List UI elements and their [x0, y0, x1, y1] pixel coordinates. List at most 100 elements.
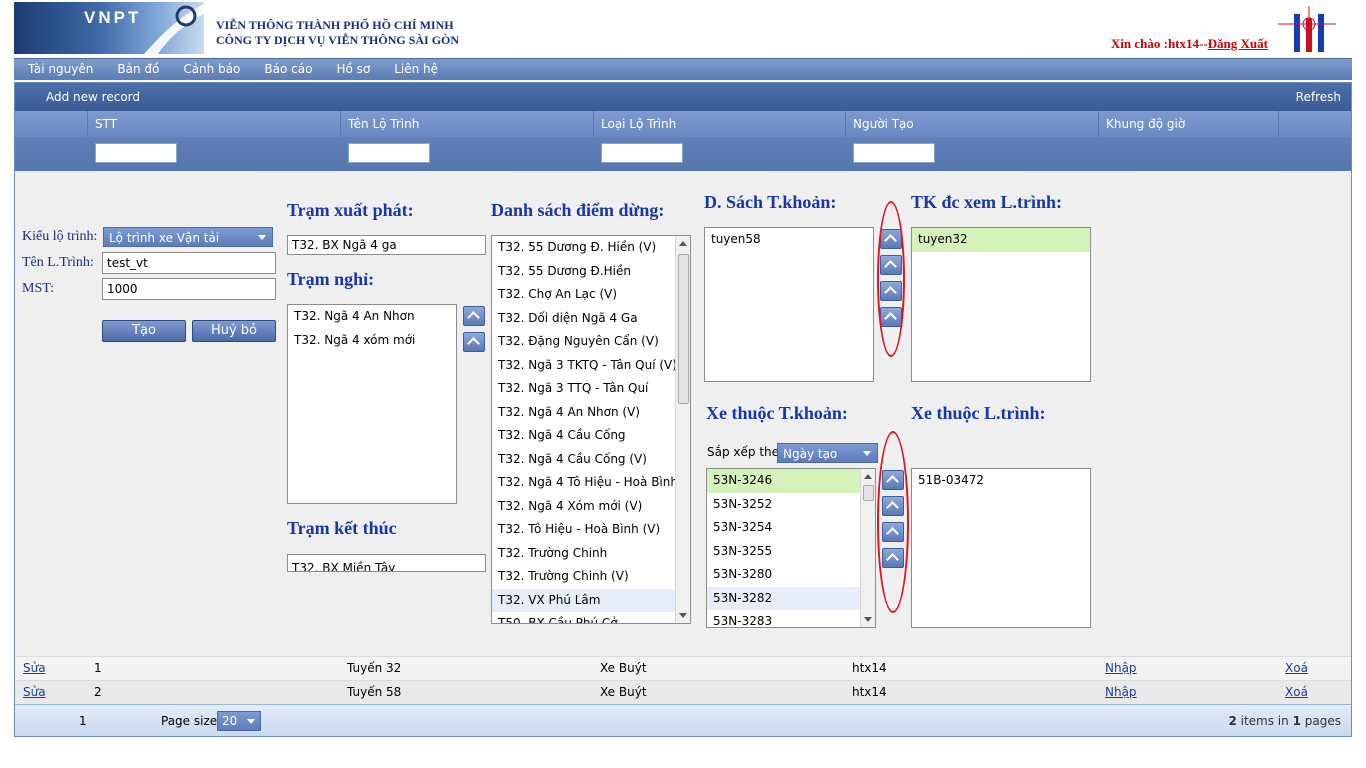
- mst-label: MST:: [22, 281, 54, 296]
- list-item[interactable]: T32. Ngã 4 xóm mới: [288, 329, 456, 353]
- refresh-button[interactable]: Refresh: [1296, 90, 1341, 104]
- list-item[interactable]: T50. BX Cầu Phú Cở...: [492, 612, 676, 623]
- scroll-up-icon[interactable]: [864, 474, 872, 479]
- cancel-button[interactable]: Huỷ bỏ: [192, 320, 276, 342]
- list-item[interactable]: 53N-3255: [707, 540, 861, 564]
- app-window: VNPT VIỄN THÔNG THÀNH PHỐ HỒ CHÍ MINH CÔ…: [0, 0, 1366, 768]
- ten-lo-trinh-input[interactable]: test_vt: [102, 252, 276, 274]
- pages-text: pages: [1304, 714, 1341, 728]
- scroll-up-icon[interactable]: [679, 241, 687, 246]
- edit-form: Kiểu lộ trình: Lộ trình xe Vận tải Tên L…: [15, 171, 1351, 649]
- move-up-icon[interactable]: [463, 332, 485, 352]
- xe-tk-scrollbar[interactable]: [860, 469, 875, 627]
- list-item[interactable]: 53N-3252: [707, 493, 861, 517]
- list-item[interactable]: T32. 55 Dương Đ. Hiền (V): [492, 236, 676, 260]
- kieu-lo-trinh-select[interactable]: Lộ trình xe Vận tải: [103, 227, 273, 247]
- column-header-khung-do-gio[interactable]: Khung độ giờ: [1098, 111, 1278, 137]
- route-grid: Add new record Refresh STT Tên Lộ Trình …: [14, 82, 1352, 737]
- list-item[interactable]: 53N-3282: [707, 586, 861, 610]
- list-item[interactable]: tuyen32: [912, 228, 1090, 252]
- page-size-label: Page size:: [161, 714, 222, 728]
- column-header-loai-lo-trinh[interactable]: Loại Lộ Trình: [593, 111, 845, 137]
- table-row: Sửa 2 Tuyến 58 Xe Buýt htx14 Nhập Xoá: [15, 680, 1351, 704]
- tram-nghi-title: Trạm nghỉ:: [287, 269, 375, 289]
- filter-nguoi-tao-input[interactable]: [853, 143, 935, 163]
- company-name: VIỄN THÔNG THÀNH PHỐ HỒ CHÍ MINH CÔNG TY…: [216, 18, 459, 48]
- filter-stt-input[interactable]: [95, 143, 177, 163]
- scroll-down-icon[interactable]: [679, 613, 687, 618]
- menu-item-lien-he[interactable]: Liên hệ: [382, 59, 450, 80]
- delete-link[interactable]: Xoá: [1285, 657, 1308, 680]
- company-emblem-icon: [1278, 6, 1336, 52]
- menu-item-tai-nguyen[interactable]: Tài nguyên: [14, 59, 105, 80]
- delete-link[interactable]: Xoá: [1285, 681, 1308, 704]
- list-item[interactable]: T32. VX Phú Lâm: [492, 588, 676, 612]
- list-item[interactable]: T32. Ngã 4 An Nhơn (V): [492, 401, 676, 425]
- mst-input[interactable]: 1000: [102, 278, 276, 300]
- list-item[interactable]: T32. Ngã 3 TKTQ - Tân Quí (V): [492, 354, 677, 378]
- edit-link[interactable]: Sửa: [23, 681, 46, 704]
- khung-gio-link[interactable]: Nhập: [1105, 657, 1137, 680]
- tram-ket-thuc-field[interactable]: T32. BX Miền Tây: [287, 554, 486, 572]
- menu-item-bao-cao[interactable]: Báo cáo: [252, 59, 324, 80]
- tram-xuat-phat-title: Trạm xuất phát:: [287, 200, 414, 220]
- ten-lo-trinh-label: Tên L.Trình:: [22, 255, 94, 270]
- list-item[interactable]: T32. Dối diện Ngã 4 Ga: [492, 307, 676, 331]
- list-item[interactable]: T32. Ngã 3 TTQ - Tân Quí: [492, 377, 676, 401]
- scroll-thumb[interactable]: [678, 254, 689, 404]
- sort-select[interactable]: Ngày tạo: [777, 443, 878, 463]
- diem-dung-scrollbar[interactable]: [675, 236, 690, 623]
- list-item[interactable]: T32. Ngã 4 Cầu Cống (V): [492, 448, 676, 472]
- filter-loai-lo-trinh-input[interactable]: [601, 143, 683, 163]
- create-button[interactable]: Tạo: [102, 320, 186, 342]
- tram-nghi-list: T32. Ngã 4 An Nhơn T32. Ngã 4 xóm mới: [287, 304, 457, 504]
- list-item[interactable]: 53N-3254: [707, 516, 861, 540]
- list-item[interactable]: 53N-3246: [707, 469, 861, 493]
- command-bar: Add new record Refresh: [15, 83, 1351, 111]
- list-item[interactable]: T32. Ngã 4 Cầu Cống: [492, 424, 676, 448]
- list-item[interactable]: T32. Tô Hiệu - Hoà Bình (V): [492, 518, 676, 542]
- list-item[interactable]: T32. 55 Dương Đ.Hiền: [492, 260, 676, 284]
- add-new-record-button[interactable]: Add new record: [46, 90, 140, 104]
- row-ten: Tuyến 58: [347, 685, 402, 699]
- list-item[interactable]: tuyen58: [705, 228, 873, 252]
- xe-lt-list: 51B-03472: [911, 468, 1091, 628]
- column-header-stt[interactable]: STT: [87, 111, 340, 137]
- logo-swoosh-icon: [144, 4, 204, 54]
- menu-item-ho-so[interactable]: Hồ sơ: [324, 59, 382, 80]
- menu-item-canh-bao[interactable]: Cảnh báo: [171, 59, 252, 80]
- vnpt-logo: VNPT: [14, 2, 204, 54]
- pages-count: 1: [1292, 714, 1301, 728]
- tk-xem-list: tuyen32: [911, 227, 1091, 382]
- list-item[interactable]: T32. Ngã 4 Tô Hiệu - Hoà Bình: [492, 471, 678, 495]
- list-item[interactable]: T32. Ngã 4 An Nhơn: [288, 305, 456, 329]
- page-size-select[interactable]: 20: [217, 711, 261, 731]
- list-item[interactable]: T32. Ngã 4 Xóm mới (V): [492, 495, 676, 519]
- list-item[interactable]: T32. Chợ An Lạc (V): [492, 283, 676, 307]
- column-header-delete: [1278, 111, 1353, 137]
- list-item[interactable]: T32. Trường Chinh: [492, 542, 676, 566]
- list-item[interactable]: T32. Trường Chinh (V): [492, 565, 676, 589]
- logout-link[interactable]: Đăng Xuất: [1208, 36, 1268, 51]
- row-stt: 2: [94, 685, 102, 699]
- page-header: VNPT VIỄN THÔNG THÀNH PHỐ HỒ CHÍ MINH CÔ…: [14, 2, 1352, 56]
- chevron-down-icon: [258, 235, 266, 240]
- move-up-icon[interactable]: [463, 306, 485, 326]
- tram-xuat-phat-field[interactable]: T32. BX Ngã 4 ga: [287, 235, 486, 255]
- row-nguoi: htx14: [852, 661, 887, 675]
- list-item[interactable]: 53N-3283: [707, 610, 861, 627]
- list-item[interactable]: 51B-03472: [912, 469, 1090, 493]
- list-item[interactable]: T32. Đặng Nguyên Cẩn (V): [492, 330, 676, 354]
- list-item[interactable]: 53N-3280: [707, 563, 861, 587]
- khung-gio-link[interactable]: Nhập: [1105, 681, 1137, 704]
- filter-ten-lo-trinh-input[interactable]: [348, 143, 430, 163]
- column-header-nguoi-tao[interactable]: Người Tạo: [845, 111, 1098, 137]
- edit-link[interactable]: Sửa: [23, 657, 46, 680]
- scroll-down-icon[interactable]: [864, 617, 872, 622]
- row-stt: 1: [94, 661, 102, 675]
- diem-dung-list: T32. 55 Dương Đ. Hiền (V) T32. 55 Dương …: [491, 235, 691, 624]
- scroll-thumb[interactable]: [863, 485, 874, 501]
- menu-item-ban-do[interactable]: Bản đồ: [105, 59, 171, 80]
- current-page[interactable]: 1: [79, 714, 87, 728]
- column-header-ten-lo-trinh[interactable]: Tên Lộ Trình: [340, 111, 593, 137]
